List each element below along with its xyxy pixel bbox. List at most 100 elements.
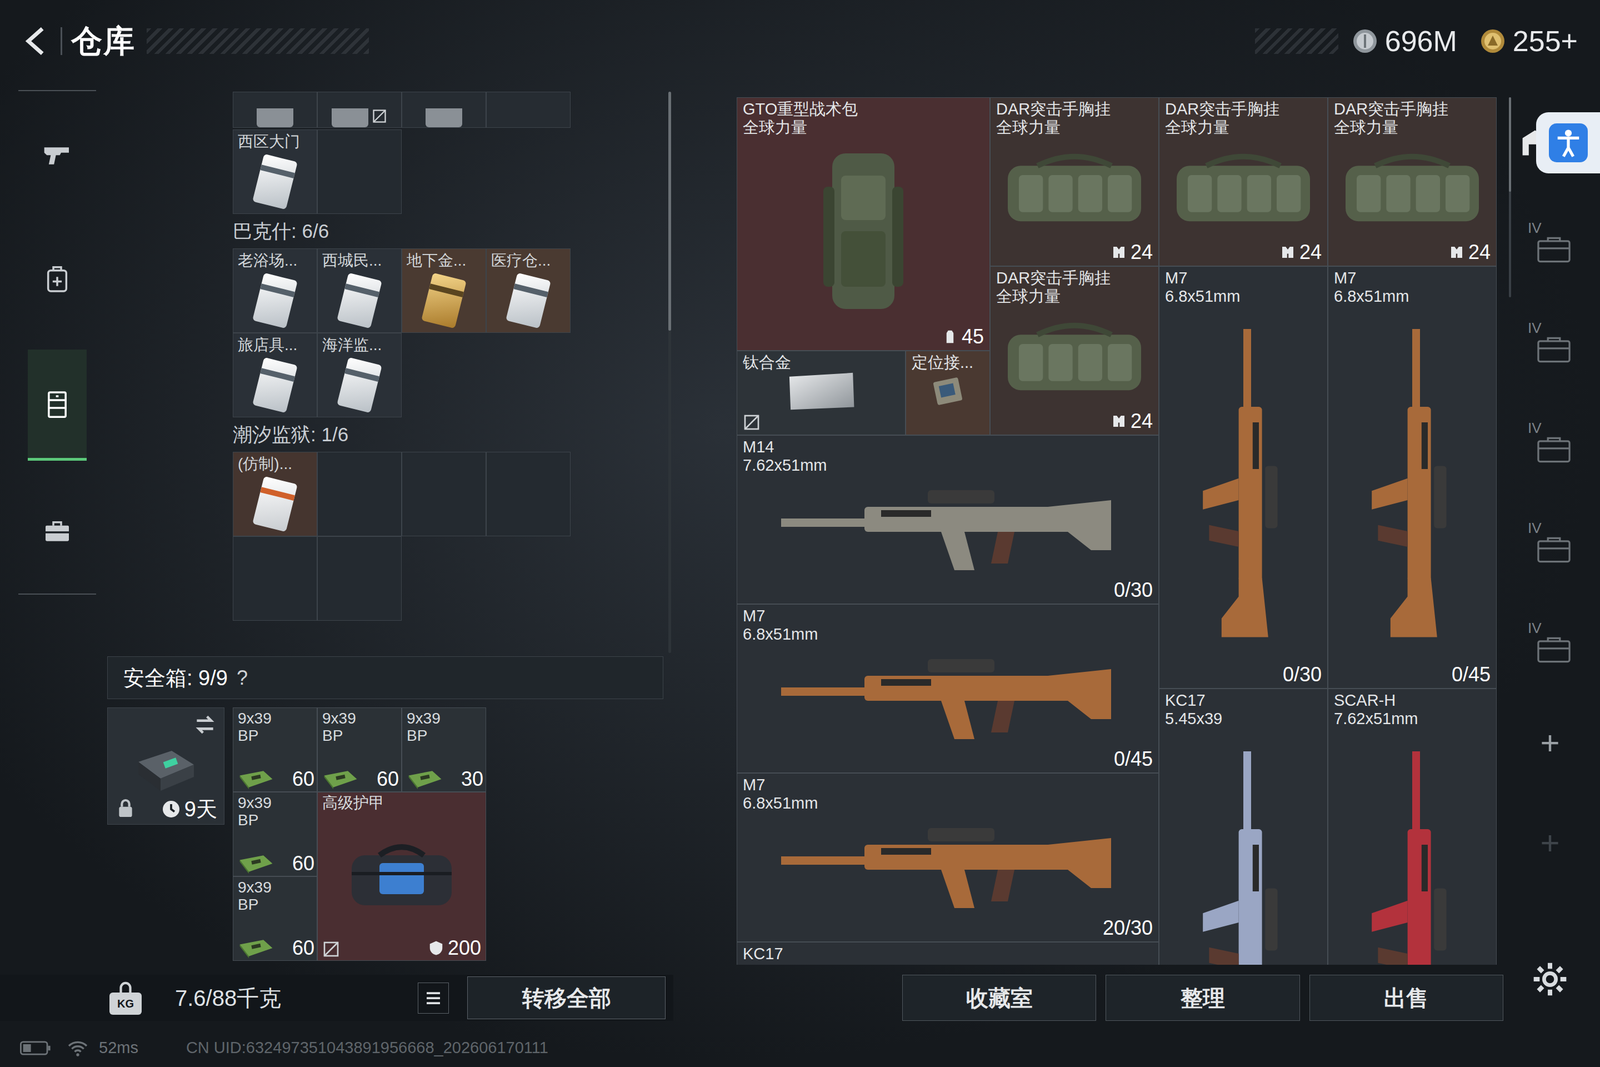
side-tool[interactable]: IV [1516,292,1584,393]
left-panel: 西区大门巴克什: 6/6老浴场...西城民...地下金...医疗仓...旅店具.… [102,81,674,1029]
bond-icon [1479,27,1507,55]
case-icon [1535,635,1573,665]
keycard[interactable]: 地下金... [401,248,487,333]
keycard[interactable]: (仿制)... [232,451,318,537]
nav-item[interactable] [27,475,87,587]
keycard-slot[interactable] [401,91,487,128]
armor-item[interactable]: 高级护甲200 [317,791,487,961]
list-button[interactable] [417,982,449,1014]
keycard-slot[interactable] [317,91,402,128]
side-tool[interactable]: IV [1516,392,1584,493]
item-image [1159,728,1328,965]
settings-button[interactable] [1527,956,1573,1002]
storage-icon [41,388,73,420]
side-scrollbar[interactable] [1508,97,1512,298]
item-sub: 全球力量 [1165,118,1322,137]
keycard[interactable]: 旅店具... [232,332,318,418]
safe-box[interactable]: 9天 [107,707,225,825]
keycard[interactable]: 海洋监... [317,332,402,418]
keycard-art [505,272,551,329]
accessibility-icon [1548,123,1588,163]
stash-item[interactable]: KC17 [736,941,1159,965]
armor-bag-icon [346,838,458,911]
cut-row [232,91,669,128]
empty-slot[interactable] [232,536,318,621]
stash-item[interactable]: SCAR-H7.62x51mm [1327,688,1497,965]
item-image [1328,137,1497,242]
stash-item[interactable]: M76.8x51mm0/30 [1158,266,1328,689]
side-tool[interactable]: + [1516,692,1584,793]
keycard[interactable]: 老浴场... [232,248,318,333]
empty-slot[interactable] [317,451,402,537]
empty-slot[interactable] [486,451,571,537]
swap-icon[interactable] [192,712,218,737]
ammo-box-icon [406,768,444,789]
device-icon [922,371,973,410]
backpack-capacity-icon [941,328,959,345]
action-button[interactable]: 出售 [1309,974,1504,1021]
keycard-slot[interactable] [486,91,571,128]
item-name: 高级护甲 [322,794,482,812]
stash-item[interactable]: KC175.45x39 [1158,688,1328,965]
side-tool[interactable]: + [1516,792,1584,893]
keycard-label: 旅店具... [233,333,317,354]
stash-actions: 收藏室整理出售 [736,974,1504,1021]
ammo-item[interactable]: 9x39BP30 [401,707,487,792]
stash-item[interactable]: M76.8x51mm0/45 [736,603,1159,773]
item-image [1159,306,1328,664]
back-arrow-icon[interactable] [20,25,52,57]
keycard-slot[interactable] [232,91,318,128]
keycard-label: 医疗仓... [486,248,570,270]
stash-item[interactable]: DAR突击手胸挂全球力量24 [990,97,1159,267]
empty-slot[interactable] [317,129,402,214]
keycard-label: 西城民... [317,248,402,270]
item-name: DAR突击手胸挂 [996,100,1153,119]
transfer-all-button[interactable]: 转移全部 [467,976,666,1019]
item-label: M76.8x51mm [1159,266,1328,307]
add-button[interactable]: + [1540,826,1560,860]
side-tool[interactable]: IV [1516,492,1584,593]
no-trade-icon [274,855,293,874]
weight-bar: KG7.6/88千克转移全部 [0,974,674,1021]
keycard[interactable]: 西区大门 [232,129,318,214]
empty-slot[interactable] [401,451,487,537]
help-button[interactable]: ? [236,667,248,688]
ammo-item[interactable]: 9x39BP60 [232,791,318,877]
stash-item[interactable]: 钛合金 [736,350,906,435]
no-trade-icon [1165,244,1183,263]
stash-item[interactable]: 定位接... [905,350,990,435]
action-button[interactable]: 收藏室 [902,974,1097,1021]
safe-box-area: 9天9x39BP609x39BP609x39BP309x39BP60高级护甲20… [107,707,674,960]
nav-item[interactable] [27,98,87,210]
item-image [1159,137,1328,242]
ammo-item[interactable]: 9x39BP60 [232,707,318,792]
stash-item[interactable]: GTO重型战术包全球力量45 [736,97,990,351]
stash-item[interactable]: DAR突击手胸挂全球力量24 [990,266,1159,435]
item-name: GTO重型战术包 [742,100,984,119]
keycard[interactable]: 西城民... [317,248,402,333]
keycard-art [252,153,298,210]
ammo-item[interactable]: 9x39BP60 [317,707,402,792]
stash-item[interactable]: M76.8x51mm20/30 [736,772,1159,942]
weight-lock-icon[interactable]: KG [107,981,144,1015]
rifle-icon [753,476,1143,577]
action-button[interactable]: 整理 [1105,974,1300,1021]
nav-item[interactable] [27,223,87,335]
side-tool[interactable]: IV [1516,592,1584,693]
scroll-thumb[interactable] [668,91,672,331]
accessibility-button[interactable] [1536,112,1600,174]
item-count: 60 [292,768,315,789]
stash-item[interactable]: DAR突击手胸挂全球力量24 [1327,97,1497,267]
stash-item[interactable]: M147.62x51mm0/30 [736,435,1159,604]
side-tool[interactable]: IV [1516,192,1584,293]
ammo-item[interactable]: 9x39BP60 [232,876,318,961]
keycard[interactable]: 医疗仓... [486,248,571,333]
stash-item[interactable]: DAR突击手胸挂全球力量24 [1158,97,1328,267]
nav-item[interactable] [27,349,87,461]
empty-slot[interactable] [317,536,402,621]
scrollbar[interactable] [668,91,672,653]
add-button[interactable]: + [1540,726,1560,760]
item-label: DAR突击手胸挂全球力量 [990,97,1159,138]
stash-item[interactable]: M76.8x51mm0/45 [1327,266,1497,689]
